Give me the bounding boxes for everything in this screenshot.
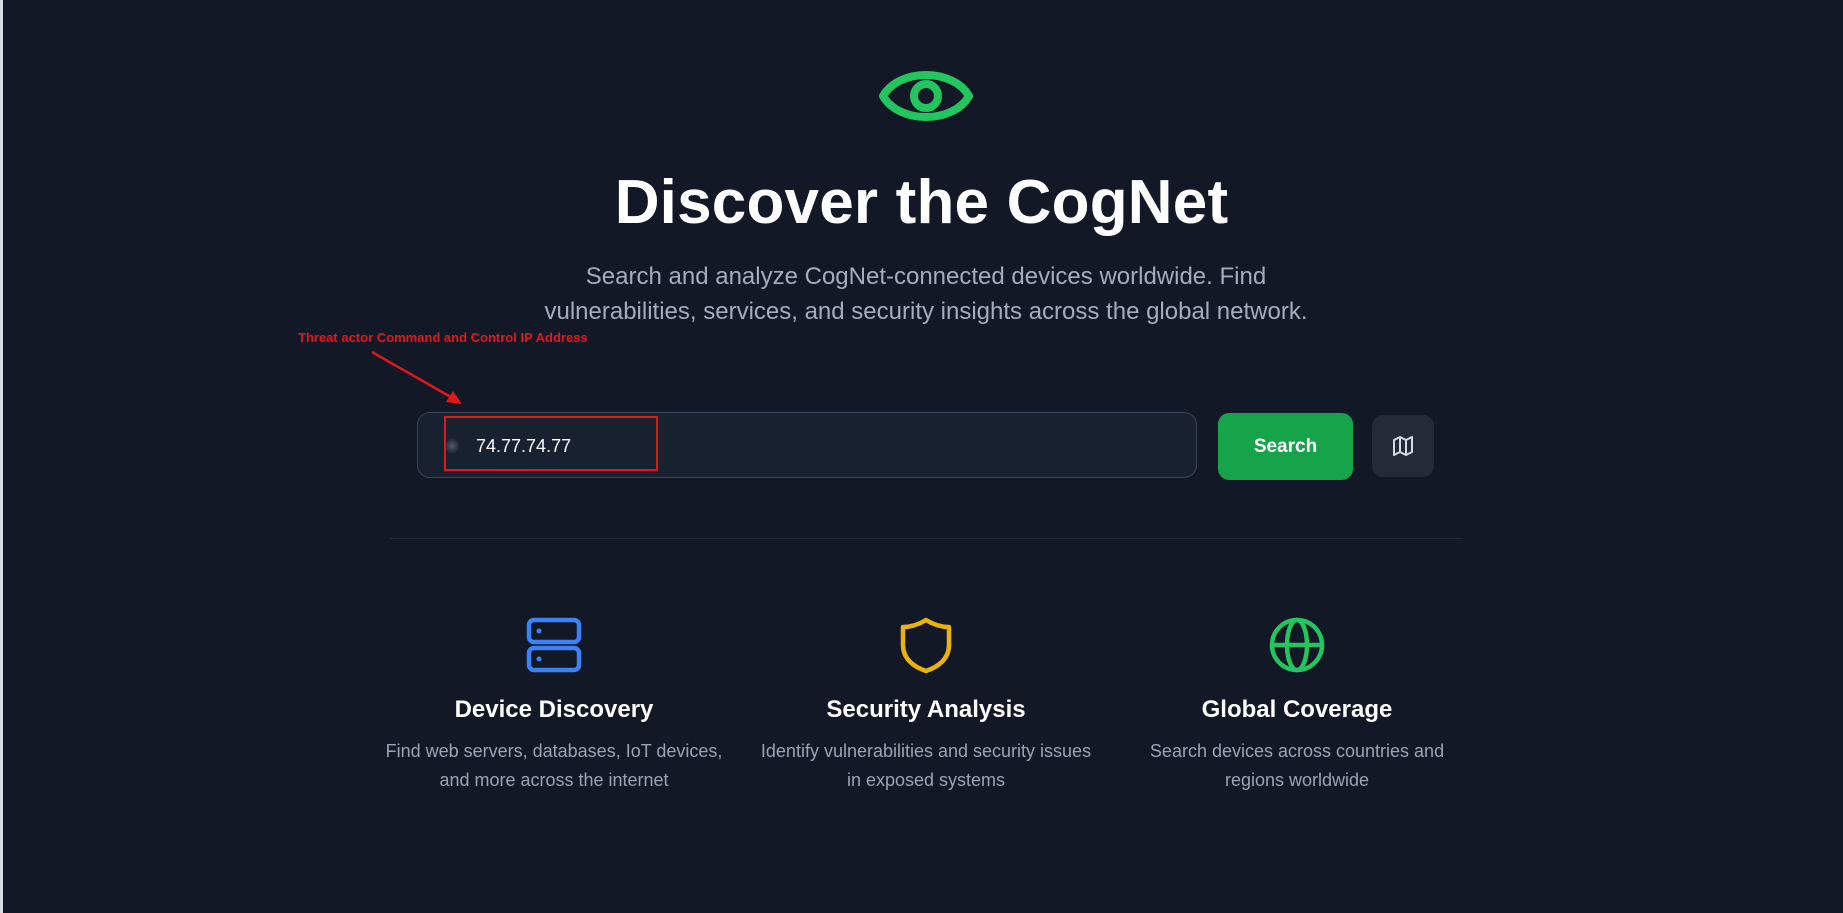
feature-description: Identify vulnerabilities and security is… [760, 741, 1092, 790]
feature-title: Device Discovery [454, 696, 654, 723]
feature-description: Find web servers, databases, IoT devices… [385, 741, 723, 790]
annotation-arrow [371, 350, 462, 404]
feature-description: Search devices across countries and regi… [1149, 741, 1445, 790]
annotation-label: Threat actor Command and Control IP Addr… [298, 330, 588, 345]
page-subtitle: Search and analyze CogNet-connected devi… [544, 263, 1308, 325]
page: Discover the CogNet Search and analyze C… [0, 0, 1843, 913]
eye-icon [879, 71, 973, 121]
feature-global-coverage: Global Coverage Search devices across co… [1127, 615, 1467, 795]
page-title: Discover the CogNet [614, 168, 1229, 237]
feature-device-discovery: Device Discovery Find web servers, datab… [384, 615, 724, 795]
map-icon [1393, 436, 1413, 456]
feature-title: Global Coverage [1201, 696, 1393, 723]
shield-icon [900, 617, 952, 674]
feature-security-analysis: Security Analysis Identify vulnerabiliti… [756, 615, 1096, 795]
globe-icon [1269, 617, 1325, 673]
window-left-edge [0, 0, 3, 913]
annotation-highlight-box [444, 416, 658, 471]
map-view-button[interactable] [1372, 415, 1434, 477]
search-button[interactable]: Search [1218, 413, 1353, 480]
server-icon [526, 617, 582, 673]
feature-title: Security Analysis [826, 696, 1026, 723]
section-divider [390, 538, 1463, 539]
